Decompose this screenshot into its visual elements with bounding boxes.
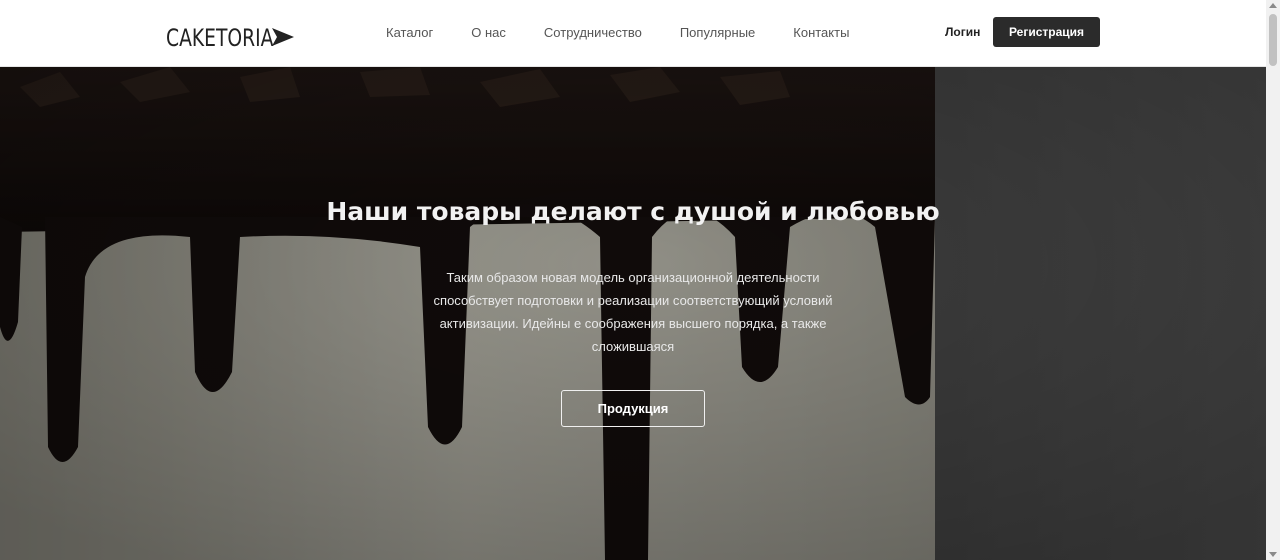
- main-nav: Каталог О нас Сотрудничество Популярные …: [386, 25, 887, 40]
- logo[interactable]: CAKETORIA: [166, 24, 304, 52]
- login-link[interactable]: Логин: [945, 25, 980, 39]
- site-header: CAKETORIA Каталог О нас Сотрудничество П…: [0, 0, 1266, 67]
- hero-description: Таким образом новая модель организационн…: [433, 270, 833, 354]
- hero-section: Наши товары делают с душой и любовью Так…: [0, 67, 1266, 560]
- nav-about[interactable]: О нас: [471, 25, 506, 40]
- nav-contacts[interactable]: Контакты: [793, 25, 849, 40]
- hero-title: Наши товары делают с душой и любовью: [326, 197, 940, 226]
- products-button[interactable]: Продукция: [561, 390, 705, 427]
- nav-popular[interactable]: Популярные: [680, 25, 755, 40]
- page-scrollbar[interactable]: [1266, 0, 1280, 560]
- scroll-thumb[interactable]: [1269, 14, 1277, 66]
- nav-catalog[interactable]: Каталог: [386, 25, 433, 40]
- logo-text: CAKETORIA: [166, 24, 274, 52]
- scroll-up-arrow-icon[interactable]: [1269, 3, 1277, 8]
- play-triangle-icon: [272, 28, 294, 46]
- nav-cooperation[interactable]: Сотрудничество: [544, 25, 642, 40]
- register-button[interactable]: Регистрация: [993, 17, 1100, 47]
- scroll-down-arrow-icon[interactable]: [1269, 552, 1277, 557]
